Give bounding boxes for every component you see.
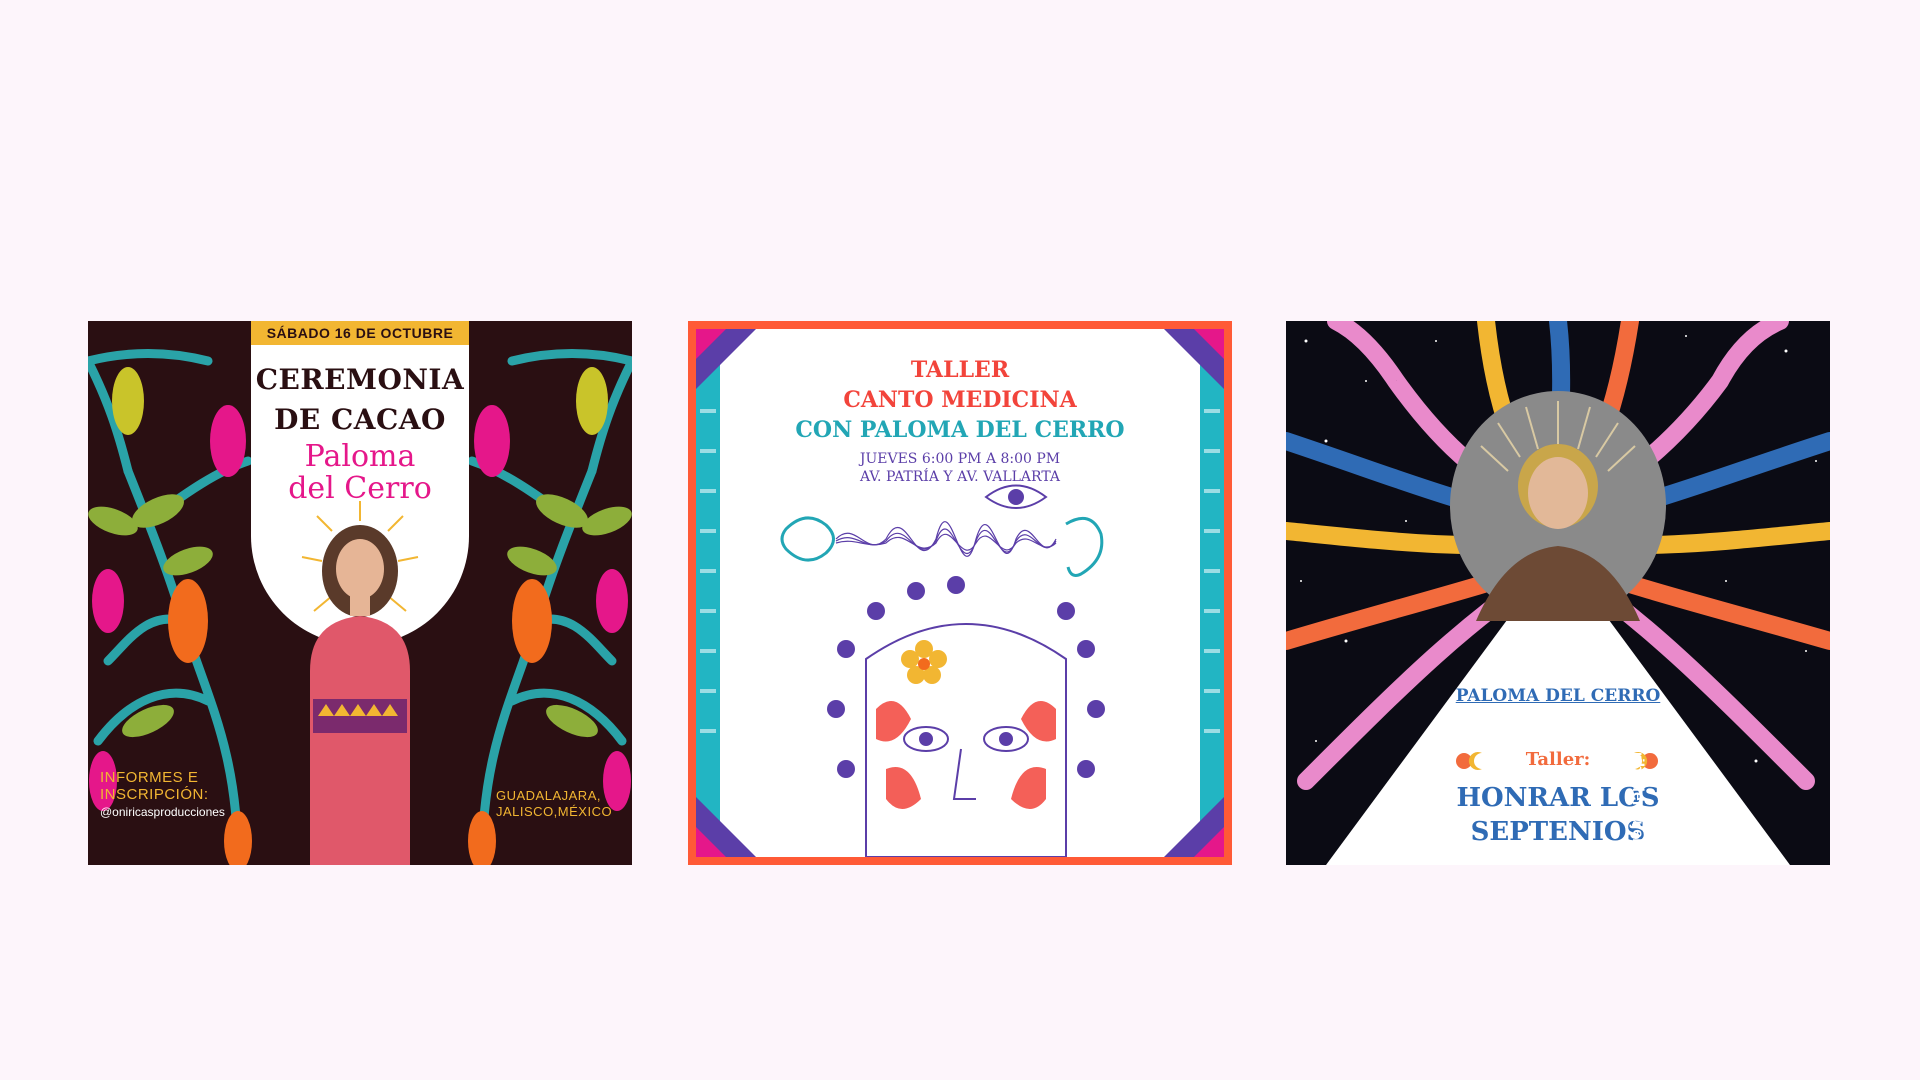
flower-icon bbox=[901, 640, 947, 684]
poster-ceremonia-cacao[interactable]: SÁBADO 16 DE OCTUBRE CEREMONIA DE CACAO … bbox=[88, 321, 632, 865]
workshop-title-line2: SEPTENIOS bbox=[1470, 817, 1646, 847]
poster-canto-medicina[interactable]: TALLER CANTO MEDICINA CON PALOMA DEL CER… bbox=[688, 321, 1232, 865]
artist-name: PALOMA DEL CERRO bbox=[1455, 686, 1661, 706]
mouth-icon bbox=[780, 516, 835, 562]
location-line2: JALISCO,MÉXICO bbox=[496, 804, 613, 819]
eye-icon bbox=[984, 484, 1048, 509]
workshop-title-line1: HONRAR LOS bbox=[1456, 783, 1660, 813]
info-label-line1: INFORMES E bbox=[100, 769, 199, 786]
ear-icon bbox=[1065, 516, 1104, 577]
face-illustration bbox=[865, 623, 1067, 857]
instagram-handle[interactable]: @tribudemujeresgdl bbox=[1628, 731, 1646, 865]
workshop-label: Taller: bbox=[1525, 749, 1591, 770]
poster-canvas: TALLER CANTO MEDICINA CON PALOMA DEL CER… bbox=[696, 329, 1224, 857]
sound-wave-illustration bbox=[780, 484, 1105, 857]
location-line1: GUADALAJARA, bbox=[496, 788, 601, 803]
instagram-handle[interactable]: @oniricasproducciones bbox=[100, 805, 225, 819]
poster-honrar-septenios[interactable]: PALOMA DEL CERRO Taller: HONRAR LOS SEPT… bbox=[1286, 321, 1830, 865]
info-label-line2: INSCRIPCIÓN: bbox=[100, 786, 209, 803]
